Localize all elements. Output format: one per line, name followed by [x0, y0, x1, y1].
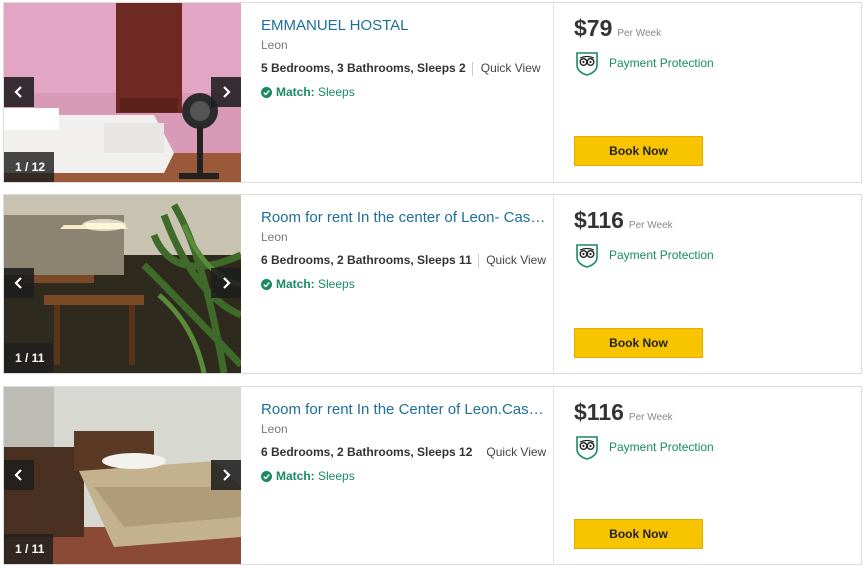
- price-box: $116 Per Week Payment Protection: [574, 207, 854, 268]
- payment-protection-label: Payment Protection: [609, 440, 714, 454]
- chevron-right-icon: [223, 277, 231, 289]
- chevron-left-icon: [14, 85, 22, 98]
- match-label: Match:: [276, 277, 315, 291]
- listing-title-link[interactable]: Room for rent In the Center of Leon.Casa…: [261, 401, 546, 419]
- match-indicator: Match: Sleeps: [261, 277, 546, 292]
- quick-view-link[interactable]: Quick View: [486, 253, 546, 268]
- listing-location: Leon: [261, 230, 288, 244]
- quick-view-link[interactable]: Quick View: [481, 61, 541, 76]
- payment-protection: Payment Protection: [574, 50, 854, 76]
- listing-card[interactable]: 1 / 11 Room for rent In the center of Le…: [3, 194, 862, 374]
- photo-next-button[interactable]: [211, 459, 241, 490]
- photo-next-button[interactable]: [211, 268, 241, 298]
- listing-facts: 6 Bedrooms, 2 Bathrooms, Sleeps 11: [261, 253, 472, 267]
- match-value: Sleeps: [318, 277, 355, 291]
- price-period: Per Week: [628, 220, 673, 231]
- book-now-button[interactable]: Book Now: [574, 519, 703, 549]
- match-label: Match:: [276, 469, 315, 483]
- chevron-left-icon: [14, 468, 22, 481]
- photo-counter: 1 / 12: [4, 152, 55, 182]
- chevron-right-icon: [223, 468, 231, 481]
- tripadvisor-shield-icon: [576, 244, 598, 268]
- photo-prev-button[interactable]: [4, 76, 34, 107]
- specs-divider: [471, 61, 473, 76]
- card-divider: [553, 195, 554, 373]
- match-indicator: Match: Sleeps: [261, 469, 546, 484]
- price-amount: $79: [574, 15, 613, 41]
- photo-counter: 1 / 11: [4, 343, 54, 373]
- listing-specs: 6 Bedrooms, 2 Bathrooms, Sleeps 11 Quick…: [261, 253, 546, 268]
- quick-view-link[interactable]: Quick View: [486, 445, 546, 460]
- listing-info: EMMANUEL HOSTAL Leon 5 Bedrooms, 3 Bathr…: [261, 17, 546, 100]
- card-divider: [553, 387, 554, 564]
- listing-location: Leon: [261, 38, 288, 52]
- listing-title-link[interactable]: Room for rent In the center of Leon- Cas…: [261, 209, 546, 227]
- check-circle-icon: [261, 87, 272, 98]
- payment-protection: Payment Protection: [574, 242, 854, 268]
- match-value: Sleeps: [318, 469, 355, 483]
- price-box: $116 Per Week Payment Protection: [574, 399, 854, 460]
- photo-counter: 1 / 11: [4, 534, 54, 564]
- payment-protection-label: Payment Protection: [609, 248, 714, 262]
- listing-info: Room for rent In the Center of Leon.Casa…: [261, 401, 546, 484]
- tripadvisor-shield-icon: [576, 52, 598, 76]
- match-value: Sleeps: [318, 85, 355, 99]
- payment-protection-label: Payment Protection: [609, 56, 714, 70]
- price-period: Per Week: [617, 28, 662, 39]
- price-period: Per Week: [628, 412, 673, 423]
- listing-photo[interactable]: 1 / 11: [4, 387, 241, 564]
- listing-specs: 5 Bedrooms, 3 Bathrooms, Sleeps 2 Quick …: [261, 61, 546, 76]
- book-now-button[interactable]: Book Now: [574, 136, 703, 166]
- payment-protection: Payment Protection: [574, 434, 854, 460]
- listing-photo[interactable]: 1 / 11: [4, 195, 241, 373]
- check-circle-icon: [261, 471, 272, 482]
- tripadvisor-shield-icon: [576, 436, 598, 460]
- listing-title-link[interactable]: EMMANUEL HOSTAL: [261, 17, 546, 35]
- listing-card[interactable]: 1 / 12 EMMANUEL HOSTAL Leon 5 Bedrooms, …: [3, 2, 862, 183]
- listing-photo[interactable]: 1 / 12: [4, 3, 241, 182]
- photo-next-button[interactable]: [211, 76, 241, 107]
- listing-card[interactable]: 1 / 11 Room for rent In the Center of Le…: [3, 386, 862, 565]
- chevron-right-icon: [223, 85, 231, 98]
- price-amount: $116: [574, 399, 624, 425]
- listing-facts: 5 Bedrooms, 3 Bathrooms, Sleeps 2: [261, 61, 466, 75]
- card-divider: [553, 3, 554, 182]
- listing-results: 1 / 12 EMMANUEL HOSTAL Leon 5 Bedrooms, …: [0, 0, 866, 568]
- price-amount: $116: [574, 207, 624, 233]
- listing-info: Room for rent In the center of Leon- Cas…: [261, 209, 546, 292]
- listing-facts: 6 Bedrooms, 2 Bathrooms, Sleeps 12: [261, 445, 473, 459]
- listing-location: Leon: [261, 422, 288, 436]
- price-box: $79 Per Week Payment Protection: [574, 15, 854, 76]
- photo-prev-button[interactable]: [4, 268, 34, 298]
- match-label: Match:: [276, 85, 315, 99]
- book-now-button[interactable]: Book Now: [574, 328, 703, 358]
- check-circle-icon: [261, 279, 272, 290]
- match-indicator: Match: Sleeps: [261, 85, 546, 100]
- photo-prev-button[interactable]: [4, 459, 34, 490]
- listing-specs: 6 Bedrooms, 2 Bathrooms, Sleeps 12 Quick…: [261, 445, 546, 460]
- chevron-left-icon: [14, 277, 22, 289]
